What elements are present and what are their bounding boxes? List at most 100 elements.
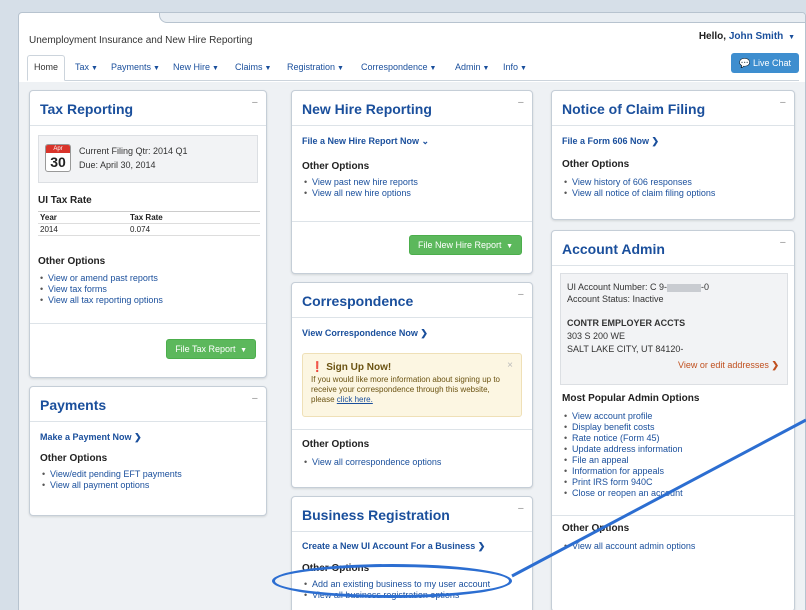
col-rate: Tax Rate: [128, 211, 260, 224]
table-header: Year Tax Rate: [38, 211, 260, 224]
link-label: View or edit addresses: [678, 360, 769, 370]
collapse-icon[interactable]: −: [252, 97, 258, 109]
divider: [292, 221, 532, 222]
caret-icon: ▼: [240, 347, 247, 354]
chevron-down-icon[interactable]: ▼: [788, 34, 795, 41]
tab-tax[interactable]: Tax ▼: [75, 62, 98, 72]
collapse-icon[interactable]: −: [780, 237, 786, 249]
account-number-prefix: UI Account Number: C 9-: [567, 282, 668, 292]
correspondence-options-list: View all correspondence options: [302, 457, 441, 468]
other-options-heading: Other Options: [302, 161, 370, 172]
create-ui-account-link[interactable]: Create a New UI Account For a Business ❯: [302, 541, 485, 552]
list-item[interactable]: View all account admin options: [562, 541, 695, 552]
list-item[interactable]: Print IRS form 940C: [562, 477, 683, 488]
caret-icon: ▼: [482, 65, 490, 72]
tax-rate-table: Year Tax Rate 2014 0.074: [38, 211, 260, 236]
divider: [292, 125, 532, 126]
list-item[interactable]: Display benefit costs: [562, 422, 683, 433]
col-year: Year: [38, 211, 128, 224]
chat-icon: 💬: [739, 58, 751, 68]
close-icon[interactable]: ×: [507, 360, 513, 371]
file-form-606-link[interactable]: File a Form 606 Now ❯: [562, 136, 659, 147]
tab-label: Claims: [235, 62, 263, 72]
caret-icon: ▼: [520, 65, 527, 72]
divider: [552, 265, 794, 266]
collapse-icon[interactable]: −: [780, 97, 786, 109]
edit-addresses-link[interactable]: View or edit addresses ❯: [678, 360, 779, 371]
new-hire-options-list: View past new hire reports View all new …: [302, 177, 418, 199]
live-chat-button[interactable]: 💬 Live Chat: [731, 53, 799, 73]
collapse-icon[interactable]: −: [518, 503, 524, 515]
list-item[interactable]: File an appeal: [562, 455, 683, 466]
tab-correspondence[interactable]: Correspondence ▼: [361, 62, 436, 72]
view-correspondence-link[interactable]: View Correspondence Now ❯: [302, 328, 428, 339]
divider: [292, 429, 532, 430]
make-payment-link[interactable]: Make a Payment Now ❯: [40, 432, 142, 443]
tab-info[interactable]: Info ▼: [503, 62, 527, 72]
claim-filing-panel: Notice of Claim Filing − File a Form 606…: [551, 90, 795, 220]
cell-year: 2014: [38, 223, 128, 236]
tab-home[interactable]: Home: [27, 55, 66, 81]
dashboard: Tax Reporting − Apr 30 Current Filing Qt…: [19, 82, 805, 610]
divider: [30, 323, 266, 324]
tab-new-hire[interactable]: New Hire ▼: [173, 62, 219, 72]
other-options-heading: Other Options: [38, 256, 106, 267]
user-greeting: Hello, John Smith ▼: [699, 31, 795, 42]
file-new-hire-link[interactable]: File a New Hire Report Now ⌄: [302, 136, 429, 147]
list-item[interactable]: Information for appeals: [562, 466, 683, 477]
user-menu[interactable]: John Smith: [729, 31, 783, 42]
list-item[interactable]: Close or reopen an account: [562, 488, 683, 499]
alert-text: If you would like more information about…: [311, 375, 501, 405]
tax-options-list: View or amend past reports View tax form…: [38, 273, 163, 306]
cell-rate: 0.074: [128, 223, 260, 236]
file-new-hire-button[interactable]: File New Hire Report ▼: [409, 235, 522, 255]
collapse-icon[interactable]: −: [252, 393, 258, 405]
list-item[interactable]: View all correspondence options: [302, 457, 441, 468]
caret-icon: ▼: [153, 65, 160, 72]
claim-options-list: View history of 606 responses View all n…: [562, 177, 715, 199]
correspondence-panel: Correspondence − View Correspondence Now…: [291, 282, 533, 488]
list-item[interactable]: View account profile: [562, 411, 683, 422]
collapse-icon[interactable]: −: [518, 289, 524, 301]
divider: [30, 125, 266, 126]
link-label: Make a Payment Now: [40, 432, 132, 442]
list-item[interactable]: View all payment options: [40, 480, 182, 491]
button-label: File New Hire Report: [418, 240, 502, 250]
tab-claims[interactable]: Claims ▼: [235, 62, 271, 72]
account-status: Account Status: Inactive: [567, 294, 664, 304]
link-label: File a New Hire Report Now: [302, 136, 420, 146]
click-here-link[interactable]: click here.: [337, 395, 373, 404]
list-item[interactable]: View tax forms: [38, 284, 163, 295]
collapse-icon[interactable]: −: [518, 97, 524, 109]
exclamation-icon: ❗: [311, 362, 324, 373]
panel-title: Correspondence: [302, 293, 414, 309]
list-item[interactable]: View all tax reporting options: [38, 295, 163, 306]
list-item[interactable]: View past new hire reports: [302, 177, 418, 188]
due-date: Due: April 30, 2014: [79, 160, 156, 170]
button-label: File Tax Report: [175, 344, 236, 354]
chevron-right-icon: ❯: [651, 136, 660, 146]
panel-title: New Hire Reporting: [302, 101, 432, 117]
tab-payments[interactable]: Payments ▼: [111, 62, 160, 72]
tax-rate-heading: UI Tax Rate: [38, 195, 92, 206]
list-item[interactable]: View all new hire options: [302, 188, 418, 199]
tab-registration[interactable]: Registration ▼: [287, 62, 344, 72]
app-title: Unemployment Insurance and New Hire Repo…: [29, 35, 253, 46]
alert-title-text: Sign Up Now!: [326, 362, 392, 373]
page: Unemployment Insurance and New Hire Repo…: [18, 12, 806, 610]
calendar-month: Apr: [46, 145, 70, 153]
file-tax-report-button[interactable]: File Tax Report ▼: [166, 339, 256, 359]
list-item[interactable]: View/edit pending EFT payments: [40, 469, 182, 480]
account-info-box: UI Account Number: C 9- -0 Account Status…: [560, 273, 788, 385]
list-item[interactable]: View all notice of claim filing options: [562, 188, 715, 199]
caret-icon: ▼: [429, 65, 437, 72]
company-name: CONTR EMPLOYER ACCTS: [567, 318, 686, 328]
tab-admin[interactable]: Admin ▼: [455, 62, 489, 72]
list-item[interactable]: View history of 606 responses: [562, 177, 715, 188]
list-item[interactable]: Update address information: [562, 444, 683, 455]
link-label: Create a New UI Account For a Business: [302, 541, 476, 551]
redacted-block: [667, 283, 702, 292]
list-item[interactable]: Rate notice (Form 45): [562, 433, 683, 444]
panel-title: Notice of Claim Filing: [562, 101, 706, 117]
list-item[interactable]: View or amend past reports: [38, 273, 163, 284]
